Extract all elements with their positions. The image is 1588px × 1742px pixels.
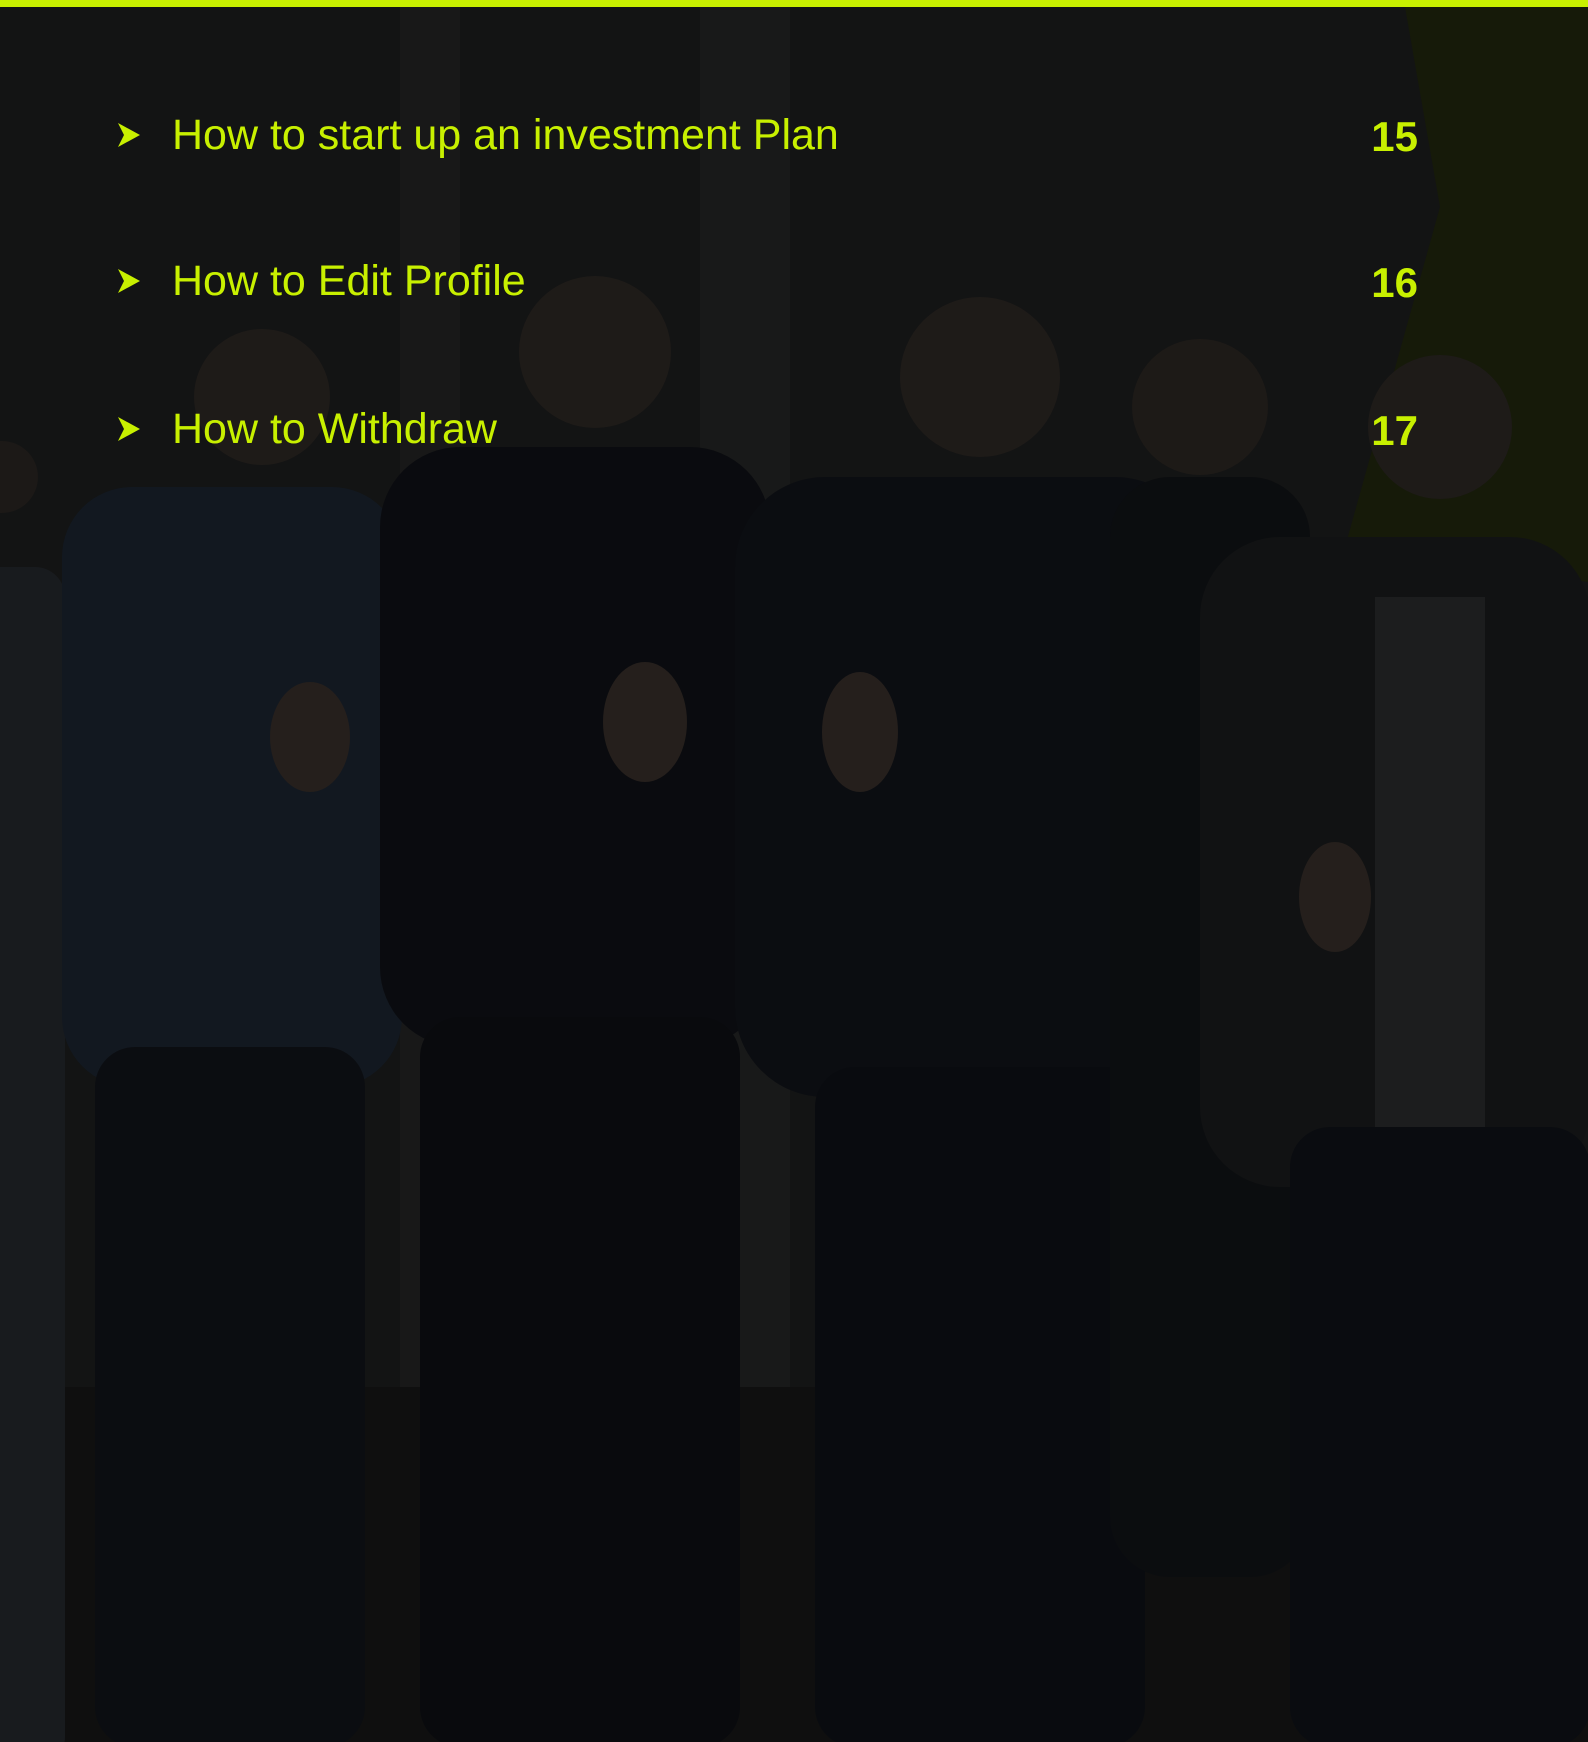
arrow-bullet-icon bbox=[118, 269, 140, 293]
toc-item-label: How to start up an investment Plan bbox=[172, 111, 839, 159]
toc-page-number: 15 bbox=[1371, 113, 1418, 160]
page: How to start up an investment Plan 15 Ho… bbox=[0, 0, 1588, 1742]
toc-item-investment-plan[interactable]: How to start up an investment Plan 15 bbox=[118, 109, 1418, 169]
toc-item-withdraw[interactable]: How to Withdraw 17 bbox=[118, 403, 1418, 463]
toc-item-label: How to Withdraw bbox=[172, 405, 497, 453]
table-of-contents: How to start up an investment Plan 15 Ho… bbox=[0, 0, 1588, 1742]
toc-page-number: 17 bbox=[1371, 407, 1418, 454]
toc-item-edit-profile[interactable]: How to Edit Profile 16 bbox=[118, 255, 1418, 315]
arrow-bullet-icon bbox=[118, 417, 140, 441]
arrow-bullet-icon bbox=[118, 123, 140, 147]
toc-page-number: 16 bbox=[1371, 259, 1418, 306]
toc-item-label: How to Edit Profile bbox=[172, 257, 526, 305]
